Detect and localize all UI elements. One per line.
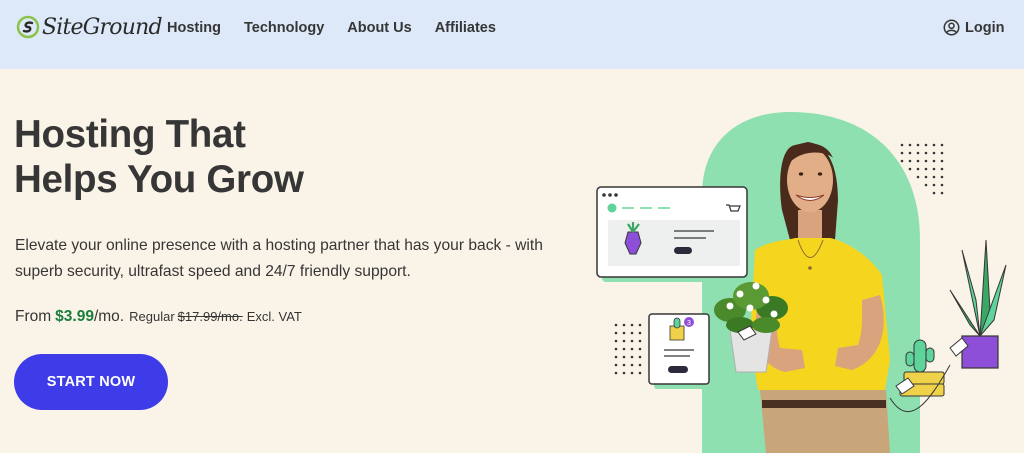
nav-technology[interactable]: Technology [244,19,324,37]
price-period: /mo. [93,308,125,325]
login-label: Login [965,19,1005,36]
main-nav: Hosting Technology About Us Affiliates [167,19,519,37]
start-now-button[interactable]: START NOW [14,354,168,410]
login-link[interactable]: Login [943,19,1004,36]
nav-affiliates[interactable]: Affiliates [435,19,496,37]
product-card-badge: 3 [687,320,691,327]
browser-window-card [596,186,750,282]
logo-swirl-icon [16,15,40,39]
site-header: SiteGround Hosting Technology About Us A… [0,0,1024,69]
regular-price: $17.99/mo. [177,309,243,324]
nav-about-us[interactable]: About Us [347,19,411,37]
vat-note: Excl. VAT [246,309,302,324]
price-amount: $3.99 [55,308,94,325]
price-line: From $3.99 /mo. Regular $17.99/mo. Excl.… [15,308,302,326]
price-from-label: From [15,308,52,325]
user-circle-icon [943,19,960,36]
product-card: 3 [648,313,712,389]
hero-illustration: 3 [596,112,1007,453]
logo-wordmark: SiteGround [42,14,163,40]
regular-label: Regular [129,309,175,324]
siteground-logo[interactable]: SiteGround [16,10,163,44]
nav-hosting[interactable]: Hosting [167,19,221,37]
dot-grid-bottom-left [614,323,642,375]
hero-title-line-1: Hosting That [14,113,246,156]
hero-title: Hosting That Helps You Grow [14,112,434,202]
hero-subtitle: Elevate your online presence with a host… [15,237,543,280]
purple-pot-plant [949,239,1007,369]
hero-title-line-2: Helps You Grow [14,158,304,201]
